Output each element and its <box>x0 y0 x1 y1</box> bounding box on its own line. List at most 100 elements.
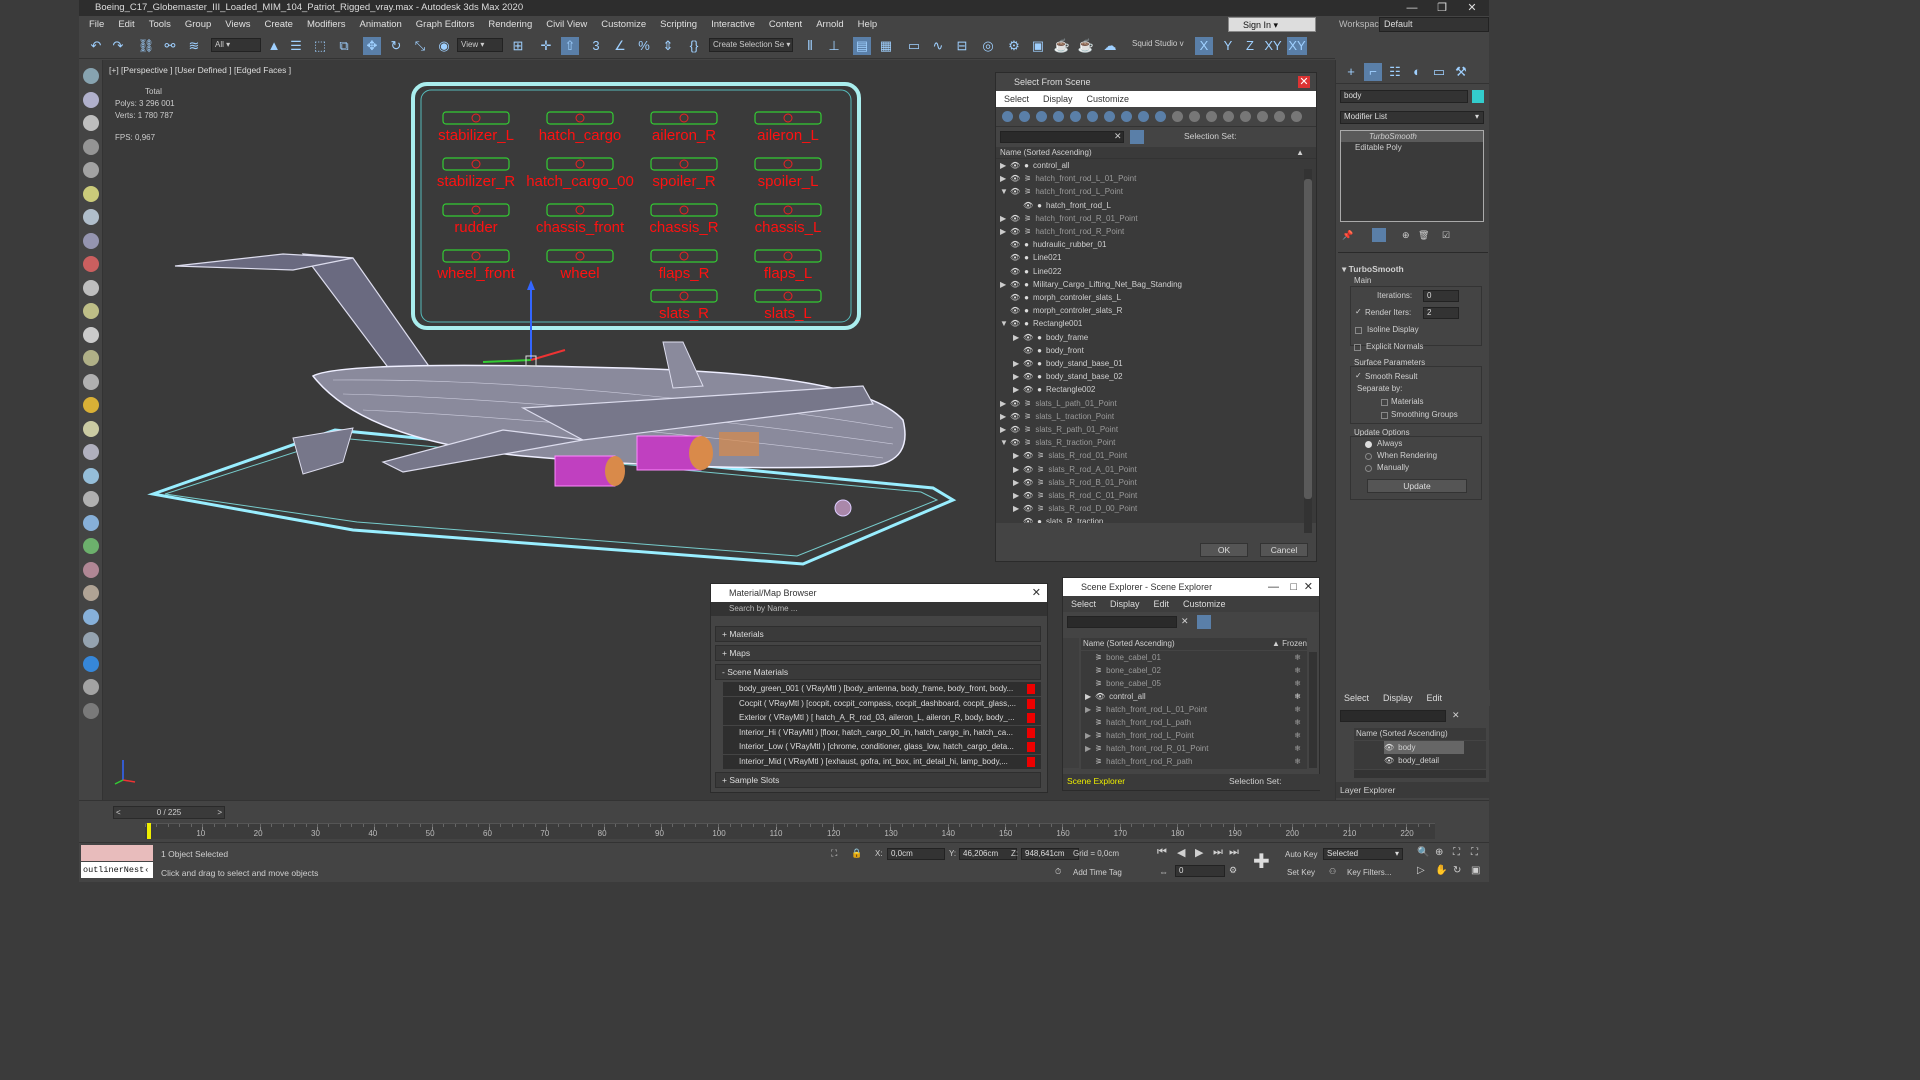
menu-tools[interactable]: Tools <box>149 19 171 30</box>
visibility-icon[interactable]: 👁 <box>1384 754 1394 767</box>
filter-frozen-icon[interactable] <box>1172 111 1183 122</box>
scene-material-item[interactable]: Cocpit ( VRayMtl ) [cocpit, cocpit_compa… <box>723 696 1041 711</box>
expand-icon[interactable]: ▶ <box>1085 690 1095 703</box>
plant-icon[interactable] <box>83 538 99 554</box>
visibility-icon[interactable]: 👁 <box>1010 172 1020 185</box>
freeze-icon[interactable]: ❄ <box>1294 651 1301 664</box>
rig-handle-hatch_cargo_00[interactable] <box>575 159 585 169</box>
plane-icon[interactable] <box>83 303 99 319</box>
filter-lights-icon[interactable] <box>1036 111 1047 122</box>
scene-list-item[interactable]: ▶ 👁 ⚞ slats_R_rod_A_01_Point <box>1013 463 1137 476</box>
visibility-icon[interactable]: 👁 <box>1010 159 1020 172</box>
freeze-icon[interactable]: ❄ <box>1294 677 1301 690</box>
auto-key-button[interactable]: Auto Key <box>1285 850 1317 859</box>
axis-xy-button[interactable]: XY <box>1263 37 1283 55</box>
scene-list-item[interactable]: ▶ 👁 ⚞ slats_R_rod_B_01_Point <box>1013 476 1137 489</box>
expand-icon[interactable]: ▶ <box>1000 397 1010 410</box>
menu-scripting[interactable]: Scripting <box>660 19 697 30</box>
menu-create[interactable]: Create <box>264 19 293 30</box>
update-button[interactable]: Update <box>1367 479 1467 493</box>
turbosmooth-modifier[interactable]: TurboSmooth <box>1341 131 1483 142</box>
hair-icon[interactable] <box>83 561 99 578</box>
scene-list-item[interactable]: ▶ 👁 ● control_all <box>1000 159 1069 172</box>
key-filters-button[interactable]: Key Filters... <box>1347 868 1391 877</box>
freeze-icon[interactable]: ❄ <box>1294 664 1301 677</box>
smoothing-groups-checkbox[interactable] <box>1381 412 1388 419</box>
squid-studio-menu[interactable]: Squid Studio v <box>1129 38 1193 52</box>
visibility-icon[interactable]: 👁 <box>1010 423 1020 436</box>
scene-list-item[interactable]: ▶ 👁 ⚞ slats_R_path_01_Point <box>1000 423 1118 436</box>
cone-icon[interactable] <box>83 373 99 390</box>
expand-icon[interactable]: ▶ <box>1000 410 1010 423</box>
visibility-icon[interactable]: 👁 <box>1010 410 1020 423</box>
scene-list-item[interactable]: ▼ 👁 ● Rectangle001 <box>1000 317 1082 330</box>
filter-none-icon[interactable] <box>1223 111 1234 122</box>
scene-explorer-find-input[interactable] <box>1067 616 1177 628</box>
close-icon[interactable]: ✕ <box>1032 584 1041 602</box>
ok-button[interactable]: OK <box>1200 543 1248 557</box>
visibility-icon[interactable]: 👁 <box>1023 331 1033 344</box>
always-radio[interactable] <box>1365 441 1372 448</box>
globe-icon[interactable] <box>83 514 99 531</box>
layer-menu-display[interactable]: Display <box>1383 693 1413 703</box>
scene-list-item[interactable]: 👁 ● slats_R_traction <box>1013 515 1103 523</box>
key-filter-icon[interactable]: ⚇ <box>1329 867 1336 876</box>
filter-invert-icon[interactable] <box>1240 111 1251 122</box>
rig-handle-flaps_L[interactable] <box>783 251 793 261</box>
render-iterative-icon[interactable]: ☕ <box>1077 37 1095 55</box>
key-mode-select[interactable]: Selected ▾ <box>1323 848 1403 860</box>
visibility-icon[interactable]: ⚞ <box>1095 664 1102 677</box>
expand-icon[interactable]: ▶ <box>1000 225 1010 238</box>
visibility-icon[interactable]: ⚞ <box>1095 742 1102 755</box>
zoom-extents-all-icon[interactable]: ⛶ <box>1471 847 1478 858</box>
named-selection-set-select[interactable]: Create Selection Se ▾ <box>709 38 793 52</box>
rig-handle-slats_L[interactable] <box>783 291 793 301</box>
scene-explorer-item[interactable]: ⚞ hatch_front_rod_R_path ❄ <box>1085 755 1305 768</box>
scene-list-item[interactable]: ▼ 👁 ⚞ slats_R_traction_Point <box>1000 436 1115 449</box>
time-config-icon[interactable]: ⚙ <box>1229 865 1237 876</box>
scene-explorer-menu-customize[interactable]: Customize <box>1183 599 1226 609</box>
configure-modifier-icon[interactable]: ☑ <box>1442 230 1450 241</box>
visibility-icon[interactable]: ⚞ <box>1095 716 1102 729</box>
material-search-input[interactable]: Search by Name ... <box>711 602 1047 616</box>
render-iters-spinner[interactable]: 2 <box>1423 307 1459 319</box>
sun-icon[interactable] <box>83 397 99 413</box>
link-icon[interactable]: ⛓ <box>137 37 155 55</box>
sign-in-button[interactable]: Sign In ▾ <box>1228 17 1316 32</box>
ribbon-icon[interactable]: ▭ <box>905 37 923 55</box>
scene-explorer-titlebar[interactable]: Scene Explorer - Scene Explorer — □ ✕ <box>1063 578 1319 596</box>
clear-search-icon[interactable]: ✕ <box>1114 131 1122 142</box>
scrollbar[interactable] <box>1304 169 1312 533</box>
menu-edit[interactable]: Edit <box>118 19 134 30</box>
zoom-all-icon[interactable]: ⊕ <box>1435 847 1443 858</box>
menu-modifiers[interactable]: Modifiers <box>307 19 346 30</box>
close-button[interactable]: ✕ <box>1457 0 1487 16</box>
visibility-icon[interactable]: 👁 <box>1023 344 1033 357</box>
rig-handle-flaps_R[interactable] <box>679 251 689 261</box>
scene-materials-section[interactable]: - Scene Materials <box>715 664 1041 680</box>
scene-list-item[interactable]: 👁 ● hatch_front_rod_L <box>1013 199 1111 212</box>
rig-handle-hatch_cargo[interactable] <box>575 113 585 123</box>
time-slider[interactable]: < 0 / 225 > <box>113 806 225 819</box>
object-name-field[interactable]: body <box>1340 90 1468 103</box>
bone-icon[interactable] <box>83 467 99 484</box>
box-icon[interactable] <box>83 279 99 296</box>
rendered-frame-icon[interactable]: ▣ <box>1029 37 1047 55</box>
list-icon[interactable] <box>83 138 99 155</box>
visibility-icon[interactable]: 👁 <box>1010 265 1020 278</box>
filter-icon[interactable] <box>1130 130 1144 144</box>
close-icon[interactable]: ✕ <box>1304 578 1313 596</box>
keyboard-shortcut-icon[interactable]: ⇧ <box>561 37 579 55</box>
mirror-icon[interactable]: ⫴ <box>801 37 819 55</box>
visibility-icon[interactable]: 👁 <box>1010 397 1020 410</box>
expand-icon[interactable]: ▶ <box>1013 476 1023 489</box>
rig-handle-rudder[interactable] <box>471 205 481 215</box>
freeze-icon[interactable]: ❄ <box>1294 703 1301 716</box>
scene-list-item[interactable]: ▶ 👁 ⚞ slats_L_path_01_Point <box>1000 397 1117 410</box>
filter-display-all-icon[interactable] <box>1206 111 1217 122</box>
filter-helpers-icon[interactable] <box>1070 111 1081 122</box>
select-object-icon[interactable]: ▲ <box>265 37 283 55</box>
rotate-icon[interactable]: ↻ <box>387 37 405 55</box>
scene-material-item[interactable]: Interior_Hi ( VRayMtl ) [floor, hatch_ca… <box>723 725 1041 740</box>
materials-section[interactable]: + Materials <box>715 626 1041 642</box>
